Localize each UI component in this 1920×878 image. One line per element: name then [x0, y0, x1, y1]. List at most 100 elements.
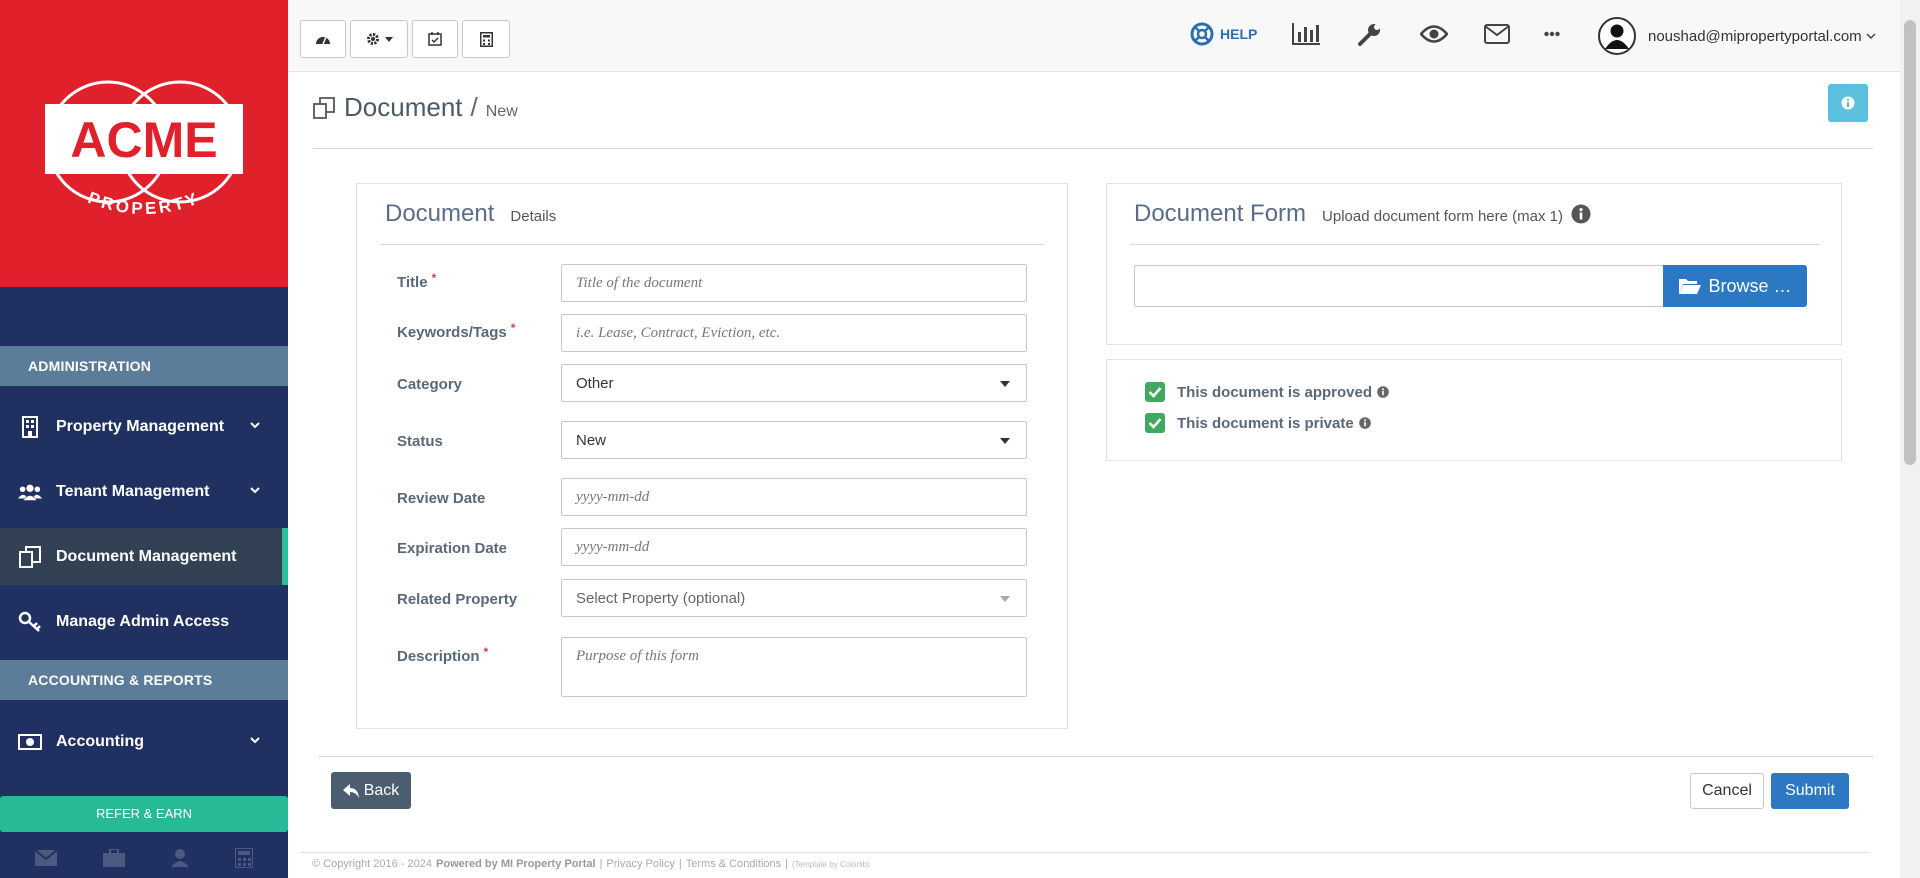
private-label: This document is private: [1177, 414, 1354, 432]
privacy-policy-link[interactable]: Privacy Policy: [606, 858, 674, 870]
more-icon: [1544, 31, 1560, 37]
check-icon: [1148, 387, 1162, 398]
back-button[interactable]: Back: [331, 772, 411, 809]
info-icon: [1841, 96, 1855, 110]
category-label: Category: [397, 376, 463, 393]
refer-earn-button[interactable]: REFER & EARN: [0, 796, 288, 832]
caret-down-icon: [1000, 438, 1010, 444]
svg-text:ACME: ACME: [70, 112, 217, 168]
users-icon: [18, 480, 42, 504]
expiration-date-label: Expiration Date: [397, 540, 508, 557]
terms-link[interactable]: Terms & Conditions: [686, 858, 781, 870]
footer-separator: |: [678, 858, 682, 870]
details-subtitle: Details: [510, 208, 557, 225]
info-icon[interactable]: [1358, 417, 1371, 429]
expiration-date-input[interactable]: yyyy-mm-dd: [561, 528, 1027, 566]
breadcrumb: Document / New: [312, 92, 518, 123]
browse-button[interactable]: Browse …: [1663, 265, 1807, 307]
footer-divider: [300, 852, 1870, 853]
topbar: HELP noushad@mipropertyportal.com: [288, 0, 1900, 72]
sidebar-item-label: Tenant Management: [56, 482, 210, 500]
actions-divider: [318, 756, 1874, 757]
info-icon[interactable]: [1377, 386, 1389, 398]
sidebar: ACME PROPERTY ADMINISTRATION Property Ma…: [0, 0, 288, 878]
settings-icon: [366, 33, 379, 45]
dashboard-button[interactable]: [300, 20, 346, 58]
page-subtitle: New: [485, 103, 518, 120]
reports-button[interactable]: [1292, 20, 1320, 48]
sidebar-item-label: Document Management: [56, 547, 237, 565]
messages-button[interactable]: [1484, 20, 1510, 48]
status-value: New: [576, 431, 607, 449]
sidebar-item-property-management[interactable]: Property Management: [0, 398, 288, 455]
chevron-down-icon: [250, 737, 260, 744]
tools-button[interactable]: [1358, 20, 1382, 48]
calculator-icon[interactable]: [235, 848, 253, 868]
life-ring-icon: [1190, 22, 1214, 46]
keywords-input[interactable]: i.e. Lease, Contract, Eviction, etc.: [561, 314, 1027, 352]
help-label: HELP: [1220, 26, 1258, 42]
envelope-icon[interactable]: [35, 850, 57, 866]
category-value: Other: [576, 374, 614, 392]
user-menu[interactable]: noushad@mipropertyportal.com: [1598, 16, 1876, 56]
svg-text:PROPERTY: PROPERTY: [85, 188, 202, 218]
sidebar-item-tenant-management[interactable]: Tenant Management: [0, 463, 288, 520]
wrench-icon: [1358, 24, 1380, 46]
title-input[interactable]: Title of the document: [561, 264, 1027, 302]
calendar-button[interactable]: [412, 20, 458, 58]
more-button[interactable]: [1544, 20, 1560, 48]
avatar: [1598, 17, 1636, 55]
eye-icon: [1420, 25, 1448, 43]
acme-logo[interactable]: ACME PROPERTY: [44, 80, 244, 230]
private-checkbox[interactable]: [1145, 413, 1165, 433]
details-panel-divider: [380, 244, 1045, 245]
scrollbar-thumb[interactable]: [1904, 20, 1916, 465]
reply-icon: [342, 783, 359, 798]
calculator-icon: [479, 31, 493, 47]
approved-label: This document is approved: [1177, 383, 1373, 401]
help-link[interactable]: HELP: [1190, 20, 1257, 48]
approved-checkbox[interactable]: [1145, 382, 1165, 402]
bar-chart-icon: [1292, 23, 1320, 45]
sidebar-item-accounting[interactable]: Accounting: [0, 713, 288, 770]
folder-open-icon: [1679, 279, 1702, 294]
category-select[interactable]: Other: [561, 364, 1027, 402]
key-icon: [18, 610, 42, 634]
caret-down-icon: [1000, 596, 1010, 602]
powered-by-text: Powered by MI Property Portal: [436, 858, 596, 870]
page-scrollbar[interactable]: [1900, 0, 1920, 878]
breadcrumb-separator: /: [470, 92, 478, 122]
sidebar-item-document-management[interactable]: Document Management: [0, 528, 288, 585]
page-info-button[interactable]: [1828, 84, 1868, 122]
chevron-down-icon: [250, 487, 260, 494]
settings-dropdown-button[interactable]: [350, 20, 408, 58]
document-options-panel: [1106, 359, 1842, 461]
related-property-select[interactable]: Select Property (optional): [561, 579, 1027, 617]
briefcase-icon[interactable]: [103, 849, 125, 867]
sidebar-item-label: Property Management: [56, 417, 225, 435]
calendar-icon: [428, 32, 442, 46]
money-icon: [18, 730, 42, 754]
private-checkbox-row[interactable]: This document is private: [1145, 413, 1371, 433]
info-icon[interactable]: [1571, 204, 1591, 224]
user-icon[interactable]: [171, 849, 189, 867]
caret-down-icon: [384, 36, 393, 42]
caret-down-icon: [1000, 381, 1010, 387]
cancel-button[interactable]: Cancel: [1690, 773, 1764, 809]
sidebar-item-manage-admin-access[interactable]: Manage Admin Access: [0, 593, 288, 650]
review-date-input[interactable]: yyyy-mm-dd: [561, 478, 1027, 516]
browse-label: Browse …: [1708, 275, 1792, 296]
submit-button[interactable]: Submit: [1771, 773, 1849, 809]
building-icon: [18, 415, 42, 439]
footer: © Copyright 2016 - 2024 Powered by MI Pr…: [312, 858, 870, 870]
upload-filename-field[interactable]: [1134, 265, 1664, 307]
view-button[interactable]: [1420, 20, 1448, 48]
status-select[interactable]: New: [561, 421, 1027, 459]
description-textarea[interactable]: Purpose of this form: [561, 637, 1027, 697]
check-icon: [1148, 418, 1162, 429]
heading-divider: [313, 148, 1873, 149]
calculator-button[interactable]: [462, 20, 510, 58]
related-property-label: Related Property: [397, 591, 518, 608]
approved-checkbox-row[interactable]: This document is approved: [1145, 382, 1389, 402]
logo-area: ACME PROPERTY: [0, 0, 288, 287]
